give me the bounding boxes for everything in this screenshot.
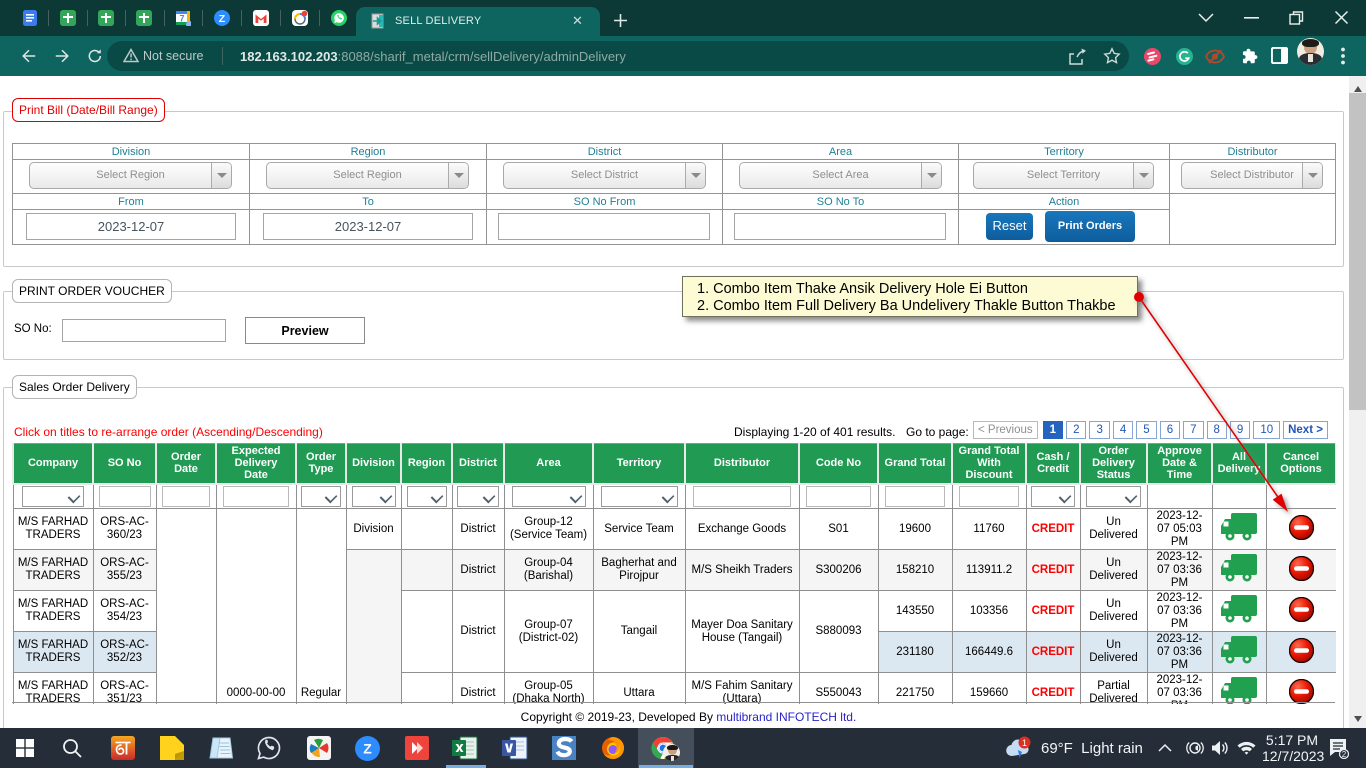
svg-text:Z: Z [219,13,226,25]
svg-text:2: 2 [1342,750,1347,759]
svg-text:1: 1 [1022,738,1027,748]
svg-text:Z: Z [363,741,372,757]
svg-text:7: 7 [179,14,184,24]
